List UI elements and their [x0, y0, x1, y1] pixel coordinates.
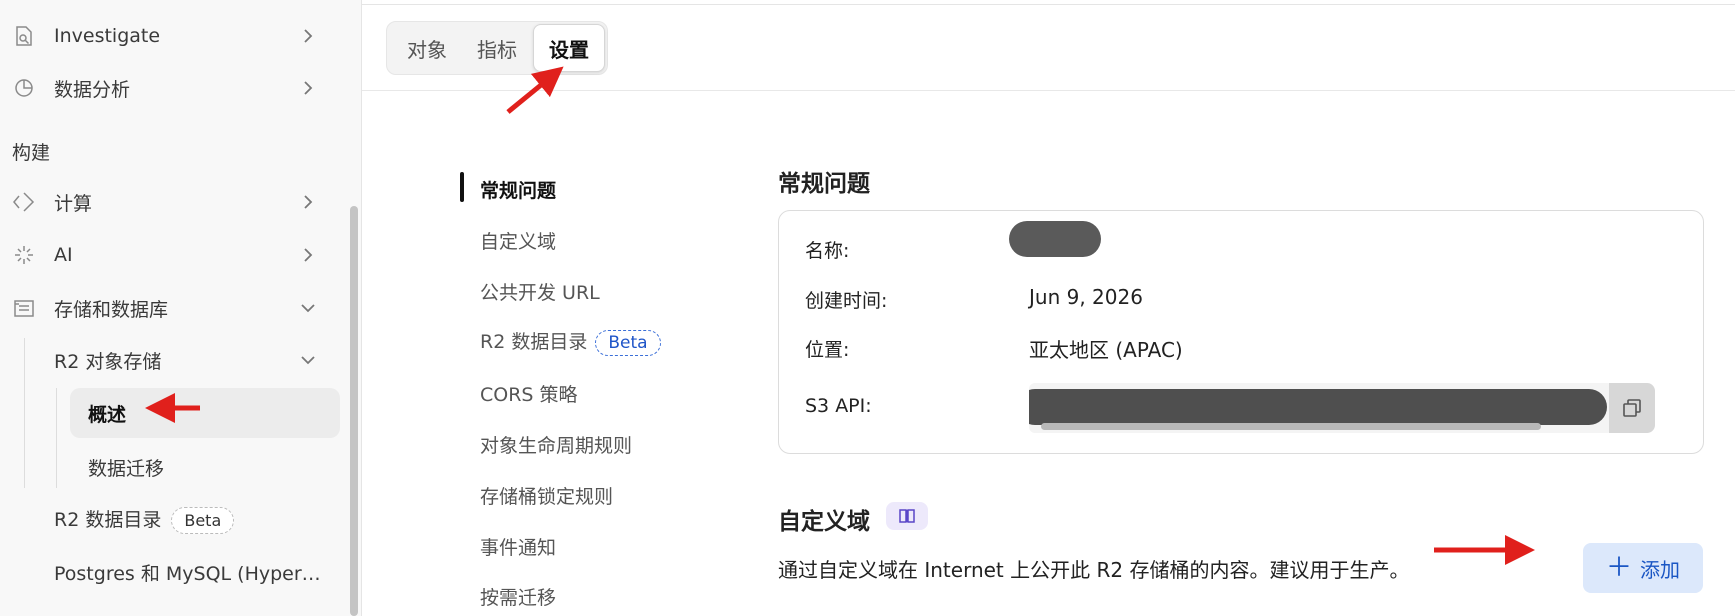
database-icon — [12, 296, 36, 320]
location-label: 位置: — [805, 339, 850, 361]
document-search-icon — [12, 24, 36, 48]
name-label: 名称: — [805, 240, 850, 262]
diamond-code-icon — [12, 190, 36, 214]
subnav-cors[interactable]: CORS 策略 — [480, 380, 578, 407]
tab-objects[interactable]: 对象 — [397, 22, 457, 74]
s3-field-scrollbar[interactable] — [1041, 423, 1541, 430]
add-domain-button[interactable]: ＋ 添加 — [1583, 543, 1703, 593]
created-value: Jun 9, 2026 — [1029, 285, 1143, 309]
general-heading: 常规问题 — [778, 171, 870, 197]
sidebar-scrollbar[interactable] — [350, 206, 358, 616]
sidebar-item-label: AI — [54, 244, 73, 266]
copy-icon — [1623, 399, 1641, 417]
sidebar: Investigate 数据分析 构建 计算 AI 存储和数据库 R2 对象存储 — [0, 0, 362, 616]
sidebar-item-investigate[interactable]: Investigate — [0, 12, 340, 60]
chevron-right-icon — [304, 29, 313, 43]
tab-metrics[interactable]: 指标 — [467, 22, 527, 74]
chevron-right-icon — [304, 81, 313, 95]
sidebar-item-label: 计算 — [54, 192, 93, 215]
subnav-general[interactable]: 常规问题 — [480, 176, 556, 203]
custom-domain-heading: 自定义域 — [778, 509, 870, 535]
beta-badge: Beta — [595, 330, 661, 356]
sidebar-item-label: Investigate — [54, 25, 161, 47]
chevron-down-icon — [301, 356, 315, 365]
sidebar-item-label: R2 数据目录 — [54, 509, 162, 531]
sidebar-item-compute[interactable]: 计算 — [0, 178, 340, 226]
custom-domain-description: 通过自定义域在 Internet 上公开此 R2 存储桶的内容。建议用于生产。 — [778, 558, 1410, 582]
tab-settings[interactable]: 设置 — [533, 24, 605, 72]
tree-guide-line — [56, 388, 57, 488]
subnav-bucket-lock[interactable]: 存储桶锁定规则 — [480, 482, 613, 509]
subnav-active-indicator — [460, 172, 464, 202]
subnav-label: R2 数据目录 — [480, 331, 588, 353]
pie-chart-icon — [12, 76, 36, 100]
docs-book-icon[interactable] — [886, 502, 928, 530]
add-button-label: 添加 — [1640, 557, 1680, 582]
subnav-event-notifications[interactable]: 事件通知 — [480, 533, 556, 560]
section-label-build: 构建 — [12, 142, 51, 164]
sidebar-item-label: 存储和数据库 — [54, 298, 169, 321]
redacted-name — [1009, 221, 1101, 257]
subnav-r2-catalog[interactable]: R2 数据目录 Beta — [480, 327, 661, 356]
created-label: 创建时间: — [805, 290, 888, 312]
subnav-on-demand-migration[interactable]: 按需迁移 — [480, 583, 556, 610]
sidebar-item-label: 概述 — [88, 404, 127, 426]
location-value: 亚太地区 (APAC) — [1029, 338, 1183, 362]
sidebar-item-label: R2 对象存储 — [54, 350, 162, 373]
arrow-to-settings-tab — [506, 66, 564, 114]
s3-api-label: S3 API: — [805, 395, 872, 417]
chevron-down-icon — [301, 304, 315, 313]
general-card: 名称: 创建时间: Jun 9, 2026 位置: 亚太地区 (APAC) S3… — [778, 210, 1704, 454]
sidebar-item-label: 数据分析 — [54, 78, 131, 101]
copy-button[interactable] — [1609, 383, 1655, 433]
beta-badge: Beta — [171, 507, 235, 534]
plus-icon: ＋ — [1605, 553, 1632, 583]
sidebar-item-postgres[interactable]: Postgres 和 MySQL (Hyper… — [54, 559, 321, 586]
sidebar-item-r2-catalog[interactable]: R2 数据目录 Beta — [54, 505, 235, 534]
top-border — [362, 0, 1735, 5]
tab-bar: 对象 指标 设置 — [386, 21, 608, 75]
sidebar-item-data-migration[interactable]: 数据迁移 — [88, 454, 164, 481]
subnav-lifecycle[interactable]: 对象生命周期规则 — [480, 431, 632, 458]
sidebar-item-r2-storage[interactable]: R2 对象存储 — [0, 336, 340, 384]
header-divider — [362, 90, 1735, 91]
chevron-right-icon — [304, 195, 313, 209]
sparkle-icon — [12, 243, 36, 267]
sidebar-item-ai[interactable]: AI — [0, 231, 340, 279]
s3-api-field[interactable] — [1029, 383, 1613, 433]
chevron-right-icon — [304, 248, 313, 262]
redacted-s3-url — [1029, 389, 1607, 425]
subnav-public-dev-url[interactable]: 公共开发 URL — [480, 278, 600, 305]
sidebar-item-storage[interactable]: 存储和数据库 — [0, 284, 340, 332]
sidebar-item-analytics[interactable]: 数据分析 — [0, 64, 340, 112]
subnav-custom-domain[interactable]: 自定义域 — [480, 227, 556, 254]
